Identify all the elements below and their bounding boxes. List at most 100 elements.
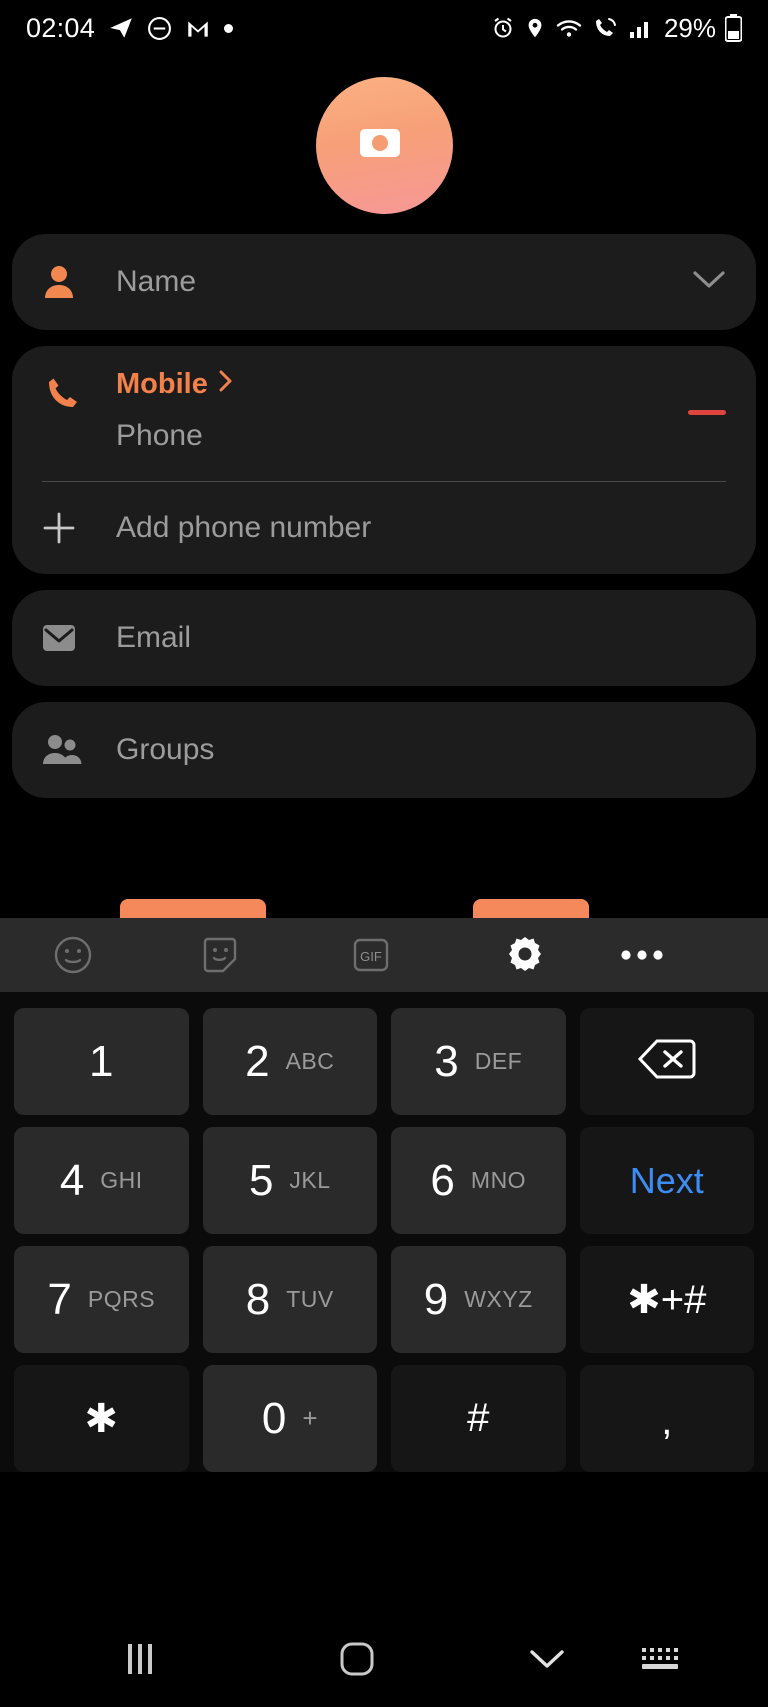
groups-input[interactable]: Groups — [116, 733, 214, 767]
groups-card: Groups — [12, 702, 756, 798]
status-bar: 02:04 29% — [0, 0, 768, 56]
key-5[interactable]: 5 JKL — [202, 1127, 377, 1234]
gmail-icon — [185, 15, 211, 41]
dot-indicator-icon — [224, 23, 234, 33]
key-asterisk[interactable]: ✱ — [14, 1365, 189, 1472]
key-3-label: 3 — [434, 1036, 459, 1086]
key-symbols[interactable]: ✱+# — [579, 1246, 754, 1353]
key-8[interactable]: 8 TUV — [202, 1246, 377, 1353]
recents-bars — [128, 1644, 152, 1674]
key-3[interactable]: 3 DEF — [391, 1008, 566, 1115]
sticker-icon[interactable] — [199, 934, 241, 976]
key-symbols-label: ✱+# — [627, 1277, 707, 1322]
key-4-label: 4 — [59, 1155, 85, 1205]
minus-icon — [688, 410, 726, 415]
key-7-sub: PQRS — [87, 1286, 156, 1312]
key-6-label: 6 — [430, 1155, 455, 1205]
status-bar-right: 29% — [491, 12, 743, 44]
location-icon — [524, 16, 546, 40]
email-input[interactable]: Email — [116, 621, 191, 655]
phone-card: Mobile Phone Add phone number — [12, 346, 756, 574]
key-comma-label: , — [661, 1399, 673, 1443]
key-8-sub: TUV — [286, 1286, 334, 1312]
person-icon — [42, 264, 116, 300]
phone-icon — [42, 368, 116, 481]
people-icon — [42, 733, 116, 767]
key-7[interactable]: 7 PQRS — [14, 1246, 189, 1353]
keyboard-switch-icon[interactable] — [640, 1645, 680, 1673]
envelope-icon — [42, 624, 116, 652]
name-input[interactable]: Name — [116, 265, 196, 299]
add-phone-number-label: Add phone number — [116, 511, 372, 544]
key-5-sub: JKL — [289, 1167, 331, 1193]
contact-photo-area — [0, 56, 768, 234]
key-6[interactable]: 6 MNO — [391, 1127, 566, 1234]
key-next[interactable]: Next — [579, 1127, 754, 1234]
chevron-down-icon[interactable] — [692, 269, 726, 296]
more-options-icon[interactable] — [619, 948, 665, 962]
key-7-label: 7 — [47, 1274, 72, 1324]
phone-type-selector[interactable]: Mobile — [116, 368, 674, 401]
plus-icon — [42, 511, 116, 545]
camera-icon — [358, 121, 410, 170]
key-2[interactable]: 2 ABC — [202, 1008, 377, 1115]
keyboard-toolbar: GIF — [0, 918, 768, 992]
call-forward-icon — [592, 16, 619, 40]
phone-type-label: Mobile — [116, 368, 208, 400]
backspace-icon — [637, 1037, 697, 1086]
key-2-sub: ABC — [285, 1048, 335, 1074]
telegram-icon — [108, 15, 134, 41]
key-5-label: 5 — [248, 1155, 274, 1205]
emoji-icon[interactable] — [52, 934, 94, 976]
key-hash-label: # — [467, 1396, 490, 1440]
key-0-label: 0 — [261, 1393, 287, 1443]
key-6-sub: MNO — [470, 1167, 527, 1193]
key-9-sub: WXYZ — [464, 1286, 533, 1312]
remove-phone-button[interactable] — [674, 368, 726, 481]
numeric-keypad: 1 2 ABC 3 DEF 4 GHI 5 JKL 6 MNO Next 7 P… — [0, 992, 768, 1472]
key-4[interactable]: 4 GHI — [14, 1127, 189, 1234]
battery-percent: 29% — [663, 12, 716, 43]
key-0[interactable]: 0 + — [202, 1365, 377, 1472]
phone-fields: Mobile Phone — [116, 368, 674, 481]
alarm-icon — [491, 16, 515, 40]
phone-number-input[interactable]: Phone — [116, 419, 674, 481]
key-0-sub: + — [302, 1403, 318, 1433]
name-field-row[interactable]: Name — [12, 234, 756, 330]
status-bar-left: 02:04 — [26, 12, 234, 44]
do-not-disturb-icon — [147, 16, 172, 41]
email-field-row[interactable]: Email — [12, 590, 756, 686]
svg-text:GIF: GIF — [360, 949, 382, 964]
key-1[interactable]: 1 — [14, 1008, 189, 1115]
signal-bars-icon — [628, 16, 652, 40]
battery-icon — [724, 14, 743, 42]
key-2-label: 2 — [245, 1036, 270, 1086]
phone-screen: 02:04 29% Name Mobile Phone Add phone nu… — [0, 0, 768, 1707]
key-1-label: 1 — [89, 1036, 114, 1086]
key-asterisk-label: ✱ — [84, 1396, 118, 1441]
avatar[interactable] — [315, 76, 453, 214]
name-card: Name — [12, 234, 756, 330]
key-3-sub: DEF — [474, 1048, 523, 1074]
groups-field-row[interactable]: Groups — [12, 702, 756, 798]
key-4-sub: GHI — [100, 1167, 143, 1193]
key-8-label: 8 — [245, 1274, 271, 1324]
gif-icon[interactable]: GIF — [349, 934, 393, 976]
wifi-icon — [555, 16, 583, 40]
key-9[interactable]: 9 WXYZ — [391, 1246, 566, 1353]
email-card: Email — [12, 590, 756, 686]
add-phone-number-row[interactable]: Add phone number — [12, 482, 756, 574]
key-hash[interactable]: # — [391, 1365, 566, 1472]
key-9-label: 9 — [423, 1274, 449, 1324]
navigation-bar — [0, 1611, 768, 1707]
home-icon[interactable] — [338, 1640, 376, 1678]
recents-icon[interactable] — [128, 1644, 152, 1674]
key-backspace[interactable] — [579, 1008, 754, 1115]
gear-icon[interactable] — [503, 933, 547, 977]
status-time: 02:04 — [26, 12, 96, 43]
key-next-label: Next — [629, 1159, 704, 1201]
chevron-right-icon — [218, 368, 234, 401]
phone-entry: Mobile Phone — [12, 346, 756, 481]
dismiss-keyboard-icon[interactable] — [528, 1646, 566, 1672]
key-comma[interactable]: , — [579, 1365, 754, 1472]
